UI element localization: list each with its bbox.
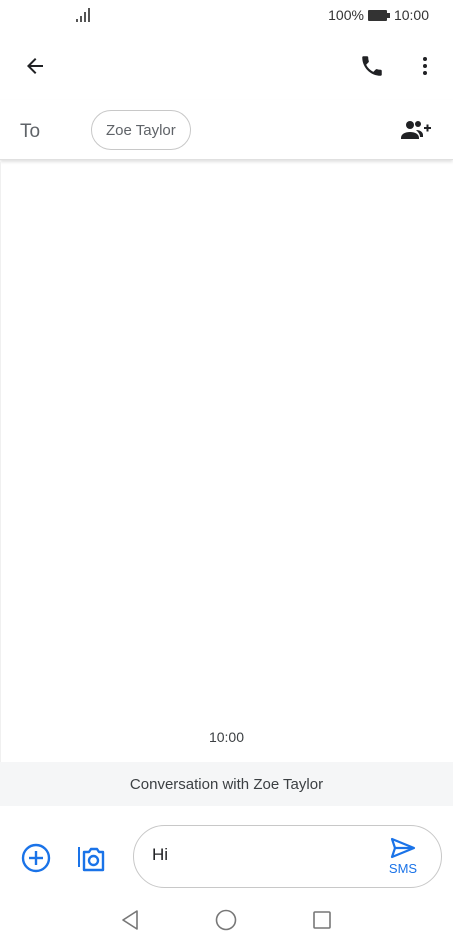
more-vert-icon <box>423 57 427 75</box>
status-right: 100% 10:00 <box>328 7 429 23</box>
signal-icon <box>76 8 90 22</box>
nav-back-icon <box>122 910 138 930</box>
battery-percent: 100% <box>328 7 364 23</box>
add-person-icon <box>401 121 431 139</box>
call-button[interactable] <box>354 48 390 84</box>
to-label: To <box>20 121 41 142</box>
add-circle-icon <box>21 843 51 873</box>
battery-icon <box>367 9 390 21</box>
nav-home-icon <box>215 909 237 931</box>
conversation-area <box>0 162 453 762</box>
arrow-back-icon <box>27 58 43 74</box>
add-contact-button[interactable] <box>398 112 434 148</box>
camera-button[interactable] <box>73 840 109 876</box>
status-time: 10:00 <box>393 7 429 23</box>
attach-button[interactable] <box>18 840 54 876</box>
send-label: SMS <box>388 861 418 876</box>
navigation-bar <box>0 898 453 942</box>
camera-icon <box>78 847 105 872</box>
compose-bar: SMS <box>0 820 453 896</box>
conversation-banner-text: Conversation with Zoe Taylor <box>129 775 324 793</box>
conversation-banner: Conversation with Zoe Taylor <box>0 762 453 806</box>
nav-back-button[interactable] <box>116 906 144 934</box>
message-box: SMS <box>133 825 442 888</box>
status-bar: 100% 10:00 <box>0 0 453 32</box>
back-button[interactable] <box>17 48 53 84</box>
nav-recents-button[interactable] <box>308 906 336 934</box>
message-input[interactable] <box>152 845 372 865</box>
message-timestamp: 10:00 <box>208 729 245 745</box>
nav-recents-icon <box>313 911 331 929</box>
recipient-row: To Zoe Taylor <box>0 100 453 160</box>
send-icon <box>390 837 416 859</box>
recipient-chip[interactable]: Zoe Taylor <box>91 110 191 150</box>
phone-icon <box>362 56 382 76</box>
app-bar <box>0 40 453 92</box>
send-button[interactable]: SMS <box>383 836 423 880</box>
more-options-button[interactable] <box>407 48 443 84</box>
nav-home-button[interactable] <box>212 906 240 934</box>
